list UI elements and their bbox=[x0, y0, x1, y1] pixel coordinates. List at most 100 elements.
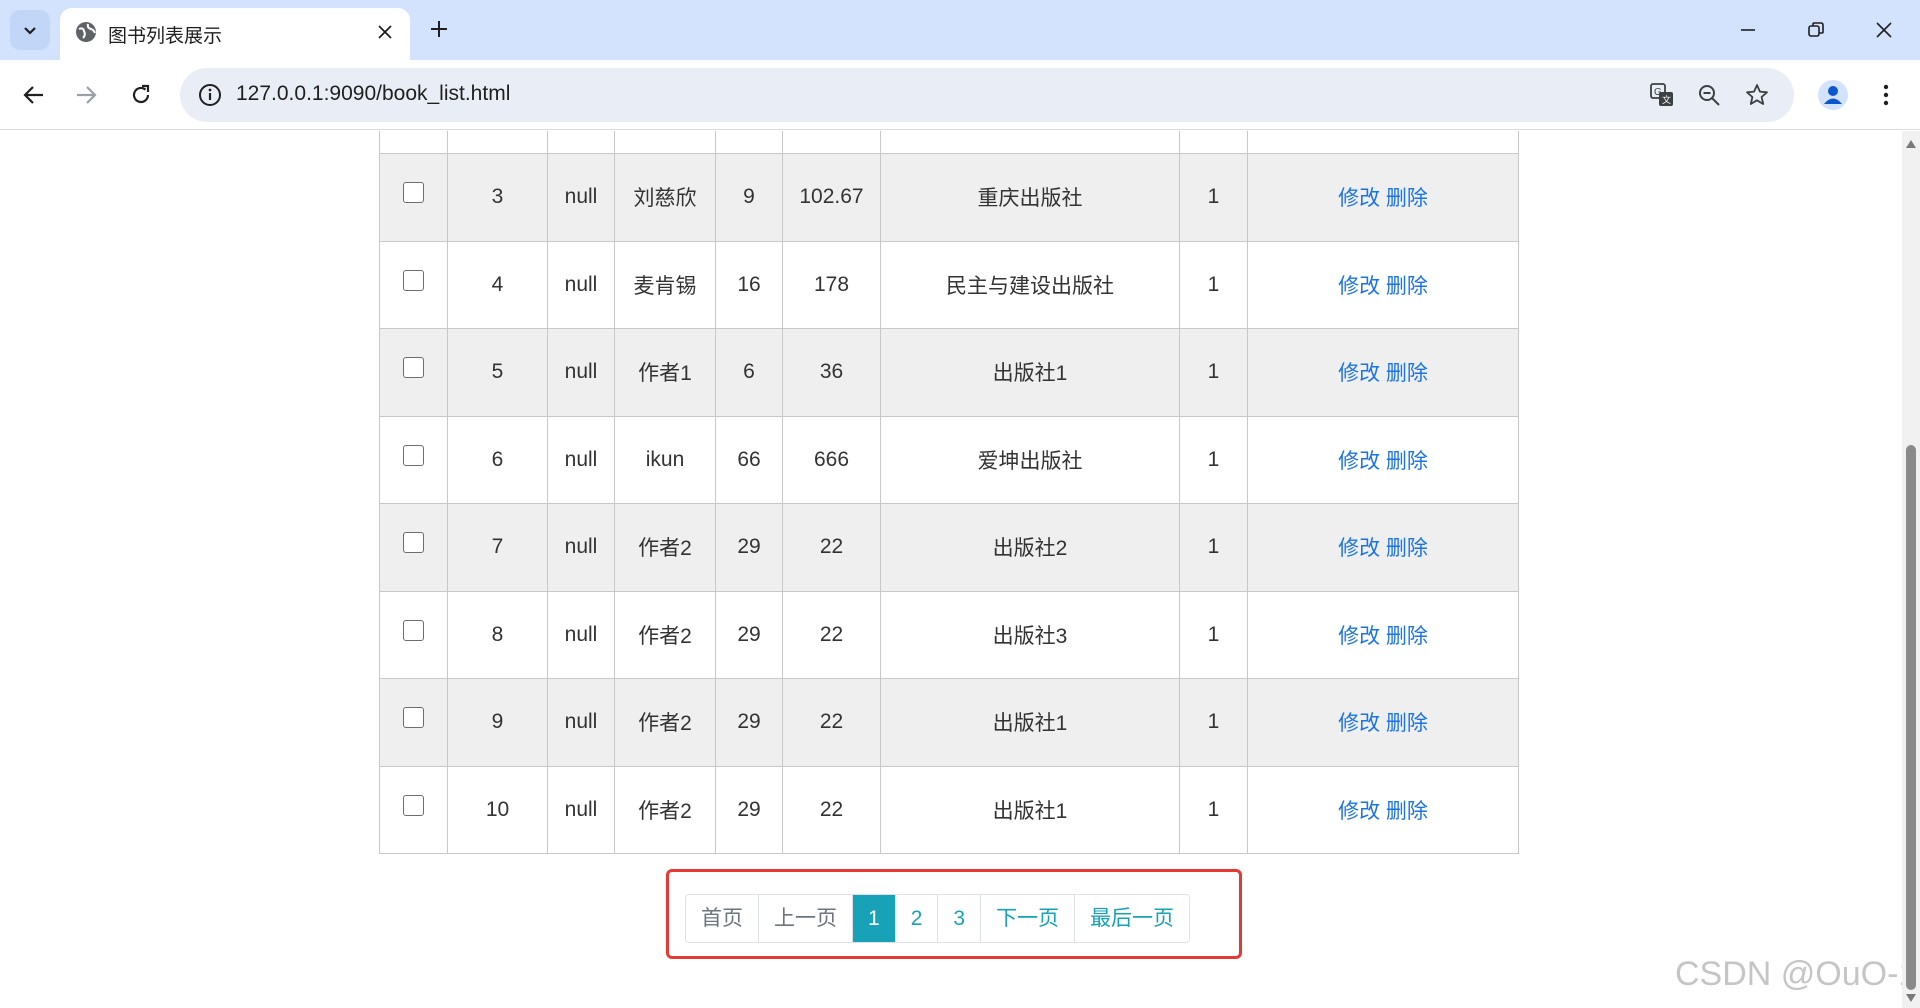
row-checkbox[interactable] bbox=[403, 532, 424, 554]
cell-price: 36 bbox=[782, 328, 881, 417]
cell-id: 4 bbox=[447, 240, 548, 329]
scroll-thumb[interactable] bbox=[1906, 445, 1916, 990]
edit-link[interactable]: 修改 bbox=[1338, 712, 1380, 735]
row-checkbox[interactable] bbox=[403, 182, 424, 204]
cell-actions: 修改 删除 bbox=[1247, 765, 1519, 854]
cell-count: 29 bbox=[715, 503, 783, 592]
cell-select bbox=[379, 765, 448, 854]
url-text[interactable]: 127.0.0.1:9090/book_list.html bbox=[236, 82, 510, 106]
back-arrow-icon bbox=[23, 86, 43, 104]
page-scrollbar[interactable] bbox=[1902, 131, 1920, 1008]
page-last-button[interactable]: 最后一页 bbox=[1075, 895, 1190, 942]
site-info-button[interactable] bbox=[192, 77, 228, 113]
page-2-button[interactable]: 2 bbox=[895, 895, 939, 942]
edit-link[interactable]: 修改 bbox=[1338, 800, 1380, 823]
row-checkbox[interactable] bbox=[403, 357, 424, 379]
row-checkbox[interactable] bbox=[403, 707, 424, 729]
cell-publisher: 重庆出版社 bbox=[880, 153, 1180, 242]
pagination: 首页 上一页 1 2 3 下一页 最后一页 bbox=[685, 894, 1191, 943]
tab-search-button[interactable] bbox=[10, 10, 50, 50]
zoom-button[interactable] bbox=[1691, 77, 1727, 113]
delete-link[interactable]: 删除 bbox=[1386, 187, 1428, 210]
browser-toolbar: 127.0.0.1:9090/book_list.html G 文 bbox=[0, 60, 1920, 130]
cell-publisher: 出版社1 bbox=[880, 678, 1180, 767]
cell-field2: null bbox=[547, 153, 615, 242]
window-close-button[interactable] bbox=[1862, 8, 1906, 52]
book-table: 3 null 刘慈欣 9 102.67 重庆出版社 1 修改 删除 4 null 麦肯锡 16 178 民… bbox=[379, 131, 1519, 854]
page-3-button[interactable]: 3 bbox=[938, 895, 982, 942]
edit-link[interactable]: 修改 bbox=[1338, 275, 1380, 298]
cell-count: 6 bbox=[715, 328, 783, 417]
cell-status: 1 bbox=[1179, 678, 1248, 767]
cell-status: 1 bbox=[1179, 590, 1248, 679]
cell-field2: null bbox=[547, 765, 615, 854]
cell-price: 666 bbox=[782, 415, 881, 504]
cell-status: 1 bbox=[1179, 240, 1248, 329]
edit-link[interactable]: 修改 bbox=[1338, 537, 1380, 560]
restore-icon bbox=[1808, 22, 1824, 37]
delete-link[interactable]: 删除 bbox=[1386, 712, 1428, 735]
cell-actions: 修改 删除 bbox=[1247, 678, 1519, 767]
browser-menu-button[interactable] bbox=[1868, 75, 1904, 115]
address-bar[interactable]: 127.0.0.1:9090/book_list.html G 文 bbox=[180, 68, 1794, 122]
restore-button[interactable] bbox=[1794, 8, 1838, 52]
reload-button[interactable] bbox=[119, 73, 163, 117]
cell-select bbox=[379, 153, 448, 242]
scroll-up-button[interactable] bbox=[1902, 135, 1920, 153]
page-prev-button[interactable]: 上一页 bbox=[759, 895, 853, 942]
delete-link[interactable]: 删除 bbox=[1386, 362, 1428, 385]
edit-link[interactable]: 修改 bbox=[1338, 362, 1380, 385]
profile-button[interactable] bbox=[1813, 75, 1853, 115]
page-first-button[interactable]: 首页 bbox=[686, 895, 759, 942]
row-checkbox[interactable] bbox=[403, 269, 424, 291]
row-checkbox[interactable] bbox=[403, 444, 424, 466]
cell-author: ikun bbox=[614, 415, 716, 504]
delete-link[interactable]: 删除 bbox=[1386, 625, 1428, 648]
cell-select bbox=[379, 503, 448, 592]
edit-link[interactable]: 修改 bbox=[1338, 187, 1380, 210]
tab-search-icon bbox=[24, 27, 36, 35]
site-info-icon bbox=[199, 84, 221, 106]
scroll-up-icon bbox=[1906, 140, 1916, 148]
edit-link[interactable]: 修改 bbox=[1338, 450, 1380, 473]
cell-publisher: 爱坤出版社 bbox=[880, 415, 1180, 504]
cell-status: 1 bbox=[1179, 328, 1248, 417]
cell-status: 1 bbox=[1179, 153, 1248, 242]
cell-select bbox=[379, 678, 448, 767]
cell-count: 9 bbox=[715, 153, 783, 242]
table-row: 8 null 作者2 29 22 出版社3 1 修改 删除 bbox=[379, 590, 1519, 679]
profile-icon bbox=[1818, 80, 1848, 110]
cell-select bbox=[379, 240, 448, 329]
page-1-button[interactable]: 1 bbox=[853, 895, 896, 942]
cell-status: 1 bbox=[1179, 765, 1248, 854]
back-button[interactable] bbox=[12, 73, 56, 117]
scroll-down-button[interactable] bbox=[1902, 989, 1920, 1007]
delete-link[interactable]: 删除 bbox=[1386, 275, 1428, 298]
cell-actions: 修改 删除 bbox=[1247, 590, 1519, 679]
delete-link[interactable]: 删除 bbox=[1386, 800, 1428, 823]
cell-price: 22 bbox=[782, 765, 881, 854]
translate-button[interactable]: G 文 bbox=[1644, 77, 1680, 113]
delete-link[interactable]: 删除 bbox=[1386, 537, 1428, 560]
minimize-button[interactable] bbox=[1726, 8, 1770, 52]
minimize-icon bbox=[1741, 29, 1755, 31]
row-checkbox[interactable] bbox=[403, 794, 424, 816]
edit-link[interactable]: 修改 bbox=[1338, 625, 1380, 648]
cell-status: 1 bbox=[1179, 503, 1248, 592]
table-row: 7 null 作者2 29 22 出版社2 1 修改 删除 bbox=[379, 503, 1519, 592]
bookmark-button[interactable] bbox=[1739, 77, 1775, 113]
forward-button[interactable] bbox=[64, 73, 108, 117]
tab-close-button[interactable] bbox=[372, 19, 398, 45]
star-icon bbox=[1746, 84, 1768, 105]
page-next-button[interactable]: 下一页 bbox=[981, 895, 1076, 942]
cell-author: 作者2 bbox=[614, 590, 716, 679]
cell-author: 刘慈欣 bbox=[614, 153, 716, 242]
delete-link[interactable]: 删除 bbox=[1386, 450, 1428, 473]
active-tab[interactable]: 图书列表展示 bbox=[60, 8, 410, 60]
cell-price: 22 bbox=[782, 590, 881, 679]
new-tab-button[interactable] bbox=[422, 12, 456, 46]
cell-actions: 修改 删除 bbox=[1247, 415, 1519, 504]
row-checkbox[interactable] bbox=[403, 619, 424, 641]
forward-arrow-icon bbox=[77, 86, 97, 104]
cell-actions: 修改 删除 bbox=[1247, 328, 1519, 417]
